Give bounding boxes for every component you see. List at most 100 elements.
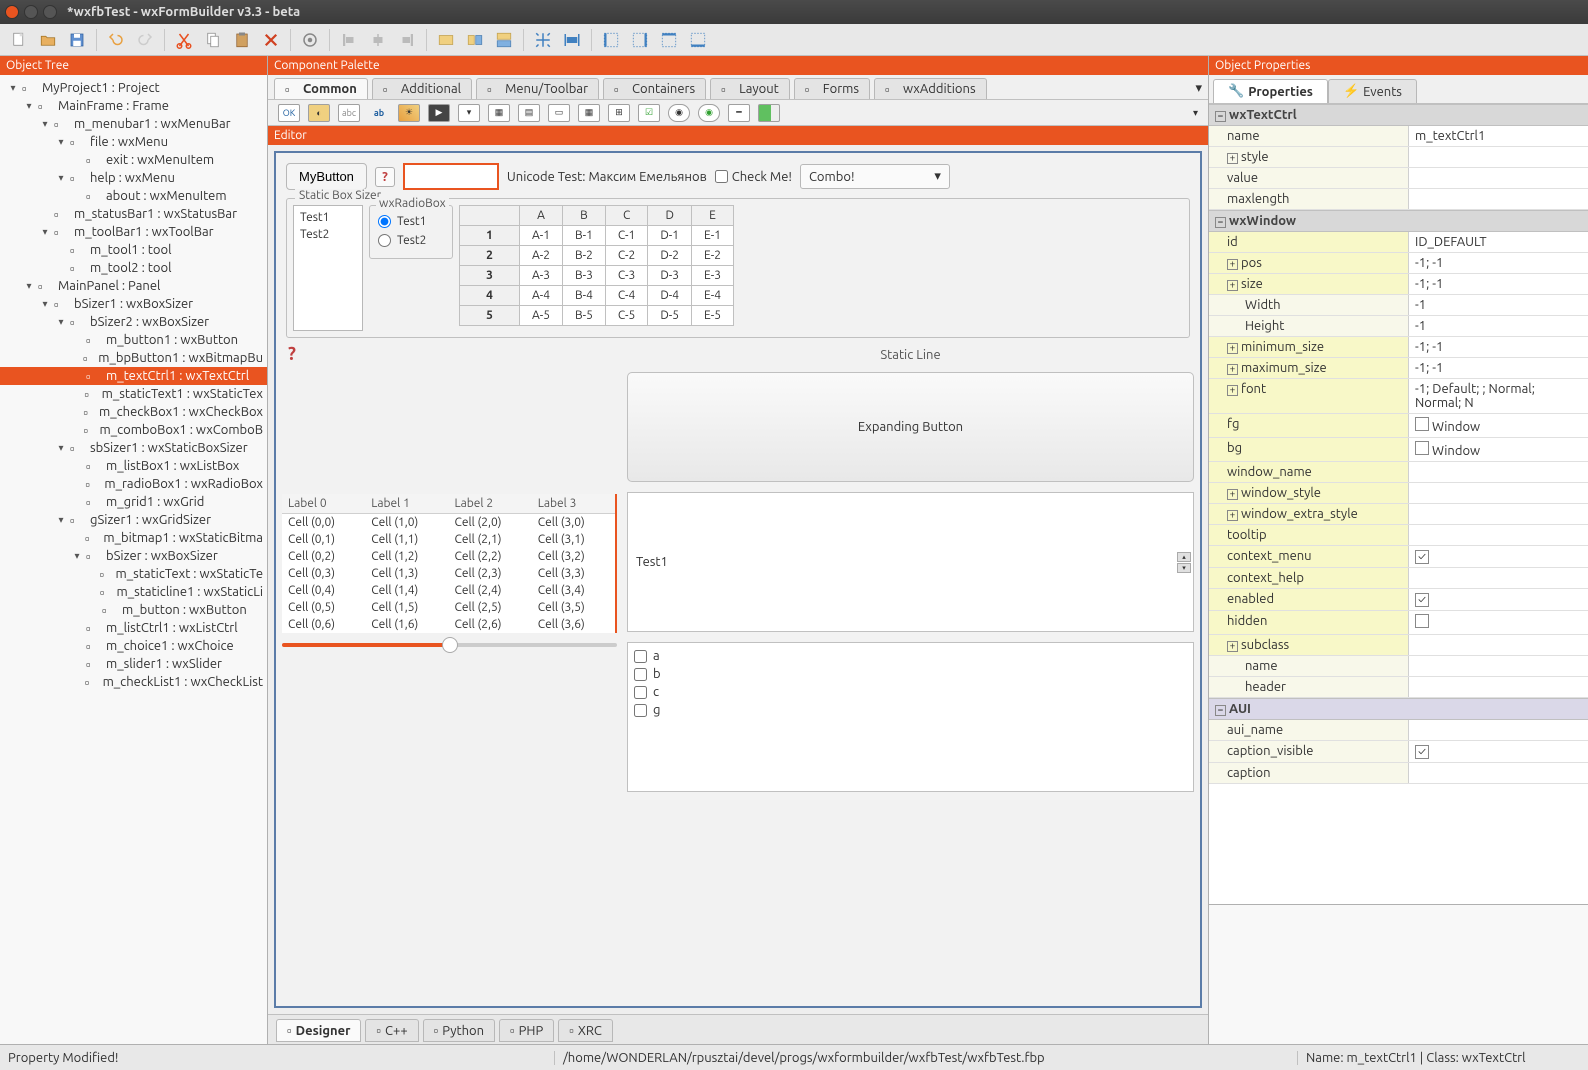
- prop-category[interactable]: −wxWindow: [1209, 210, 1588, 232]
- checklist-item[interactable]: c: [634, 683, 1187, 701]
- tree-item[interactable]: ▫m_staticText : wxStaticTe: [0, 565, 267, 583]
- prop-row[interactable]: bg Window: [1209, 438, 1588, 462]
- expanding-button[interactable]: Expanding Button: [627, 372, 1194, 482]
- tree-item[interactable]: ▾▫sbSizer1 : wxStaticBoxSizer: [0, 439, 267, 457]
- prop-row[interactable]: +font-1; Default; ; Normal; Normal; N: [1209, 379, 1588, 414]
- prop-category[interactable]: −wxTextCtrl: [1209, 104, 1588, 126]
- prop-row[interactable]: namem_textCtrl1: [1209, 126, 1588, 147]
- prop-category[interactable]: −AUI: [1209, 698, 1588, 720]
- layout3-icon[interactable]: [491, 27, 517, 53]
- form-canvas[interactable]: MyButton ? Unicode Test: Максим Емельяно…: [274, 151, 1202, 1008]
- prop-row[interactable]: header: [1209, 677, 1588, 698]
- prop-row[interactable]: window_name: [1209, 462, 1588, 483]
- palette-tab-containers[interactable]: ▫Containers: [603, 78, 706, 99]
- tree-item[interactable]: ▾▫m_toolBar1 : wxToolBar: [0, 223, 267, 241]
- tree-item[interactable]: ▫m_tool2 : tool: [0, 259, 267, 277]
- bitmapbutton-palette-icon[interactable]: ◐: [308, 104, 330, 122]
- spin-up-icon[interactable]: ▴: [1177, 552, 1191, 562]
- prop-row[interactable]: maxlength: [1209, 189, 1588, 210]
- prop-tab-properties[interactable]: 🔧Properties: [1213, 79, 1328, 103]
- checklist-item[interactable]: b: [634, 665, 1187, 683]
- prop-row[interactable]: Height-1: [1209, 316, 1588, 337]
- palette-tab-layout[interactable]: ▫Layout: [710, 78, 790, 99]
- save-file-icon[interactable]: [64, 27, 90, 53]
- palette-scroll-icon[interactable]: ▾: [1193, 107, 1198, 119]
- slider-palette-icon[interactable]: ━: [728, 104, 750, 122]
- tree-item[interactable]: ▫m_radioBox1 : wxRadioBox: [0, 475, 267, 493]
- palette-tab-menu-toolbar[interactable]: ▫Menu/Toolbar: [476, 78, 599, 99]
- prop-row[interactable]: +size-1; -1: [1209, 274, 1588, 295]
- tree-item[interactable]: ▾▫bSizer2 : wxBoxSizer: [0, 313, 267, 331]
- border-bottom-icon[interactable]: [685, 27, 711, 53]
- palette-overflow-icon[interactable]: ▾: [1195, 81, 1202, 96]
- checkbox-palette-icon[interactable]: ☑: [638, 104, 660, 122]
- palette-tab-additional[interactable]: ▫Additional: [372, 78, 472, 99]
- tree-item[interactable]: ▫m_checkBox1 : wxCheckBox: [0, 403, 267, 421]
- text-ctrl-input[interactable]: [403, 163, 499, 190]
- prop-row[interactable]: +subclass: [1209, 635, 1588, 656]
- prop-row[interactable]: aui_name: [1209, 720, 1588, 741]
- undo-icon[interactable]: [103, 27, 129, 53]
- slider[interactable]: [282, 643, 617, 647]
- prop-row[interactable]: tooltip: [1209, 525, 1588, 546]
- radio-option[interactable]: Test2: [378, 231, 444, 250]
- animation-palette-icon[interactable]: ▶: [428, 104, 450, 122]
- tree-item[interactable]: ▫m_statusBar1 : wxStatusBar: [0, 205, 267, 223]
- combobox-palette-icon[interactable]: ▦: [488, 104, 510, 122]
- tree-item[interactable]: ▾▫help : wxMenu: [0, 169, 267, 187]
- tree-item[interactable]: ▾▫MyProject1 : Project: [0, 79, 267, 97]
- radiobutton-palette-icon[interactable]: ◉: [698, 104, 720, 122]
- statictext-palette-icon[interactable]: ab: [368, 104, 390, 122]
- layout1-icon[interactable]: [433, 27, 459, 53]
- open-file-icon[interactable]: [35, 27, 61, 53]
- align-center-icon[interactable]: [365, 27, 391, 53]
- radio-palette-icon[interactable]: ◉: [668, 104, 690, 122]
- tree-item[interactable]: ▫exit : wxMenuItem: [0, 151, 267, 169]
- cut-icon[interactable]: [171, 27, 197, 53]
- tree-item[interactable]: ▾▫MainPanel : Panel: [0, 277, 267, 295]
- bitmap-palette-icon[interactable]: ☀: [398, 104, 420, 122]
- textctrl-palette-icon[interactable]: abc: [338, 104, 360, 122]
- tree-item[interactable]: ▫m_button1 : wxButton: [0, 331, 267, 349]
- tree-item[interactable]: ▫m_checkList1 : wxCheckList: [0, 673, 267, 691]
- copy-icon[interactable]: [200, 27, 226, 53]
- prop-row[interactable]: context_help: [1209, 568, 1588, 589]
- prop-row[interactable]: fg Window: [1209, 414, 1588, 438]
- border-top-icon[interactable]: [656, 27, 682, 53]
- list-item[interactable]: Test2: [297, 226, 359, 243]
- prop-row[interactable]: Width-1: [1209, 295, 1588, 316]
- prop-row[interactable]: +maximum_size-1; -1: [1209, 358, 1588, 379]
- redo-icon[interactable]: [132, 27, 158, 53]
- tree-item[interactable]: ▾▫bSizer1 : wxBoxSizer: [0, 295, 267, 313]
- align-left-icon[interactable]: [336, 27, 362, 53]
- property-grid[interactable]: −wxTextCtrlnamem_textCtrl1+stylevaluemax…: [1209, 103, 1588, 904]
- tree-item[interactable]: ▫m_staticline1 : wxStaticLi: [0, 583, 267, 601]
- prop-tab-events[interactable]: ⚡Events: [1328, 79, 1417, 103]
- prop-row[interactable]: idID_DEFAULT: [1209, 232, 1588, 253]
- tree-item[interactable]: ▫m_slider1 : wxSlider: [0, 655, 267, 673]
- tree-item[interactable]: ▫m_button : wxButton: [0, 601, 267, 619]
- close-window-button[interactable]: [5, 5, 19, 19]
- listctrl-palette-icon[interactable]: ▦: [578, 104, 600, 122]
- prop-row[interactable]: enabled✓: [1209, 589, 1588, 611]
- prop-row[interactable]: caption: [1209, 763, 1588, 784]
- prop-row[interactable]: +pos-1; -1: [1209, 253, 1588, 274]
- list-item[interactable]: Test1: [297, 209, 359, 226]
- palette-tab-wxadditions[interactable]: ▫wxAdditions: [874, 78, 987, 99]
- expand-icon[interactable]: [530, 27, 556, 53]
- data-grid[interactable]: ABCDE1A-1B-1C-1D-1E-12A-2B-2C-2D-2E-23A-…: [459, 205, 734, 326]
- layout2-icon[interactable]: [462, 27, 488, 53]
- tree-item[interactable]: ▫m_staticText1 : wxStaticTex: [0, 385, 267, 403]
- new-file-icon[interactable]: [6, 27, 32, 53]
- wxbutton-palette-icon[interactable]: OK: [278, 104, 300, 122]
- tree-item[interactable]: ▫m_listBox1 : wxListBox: [0, 457, 267, 475]
- tree-item[interactable]: ▾▫file : wxMenu: [0, 133, 267, 151]
- checklist-item[interactable]: g: [634, 701, 1187, 719]
- palette-tab-forms[interactable]: ▫Forms: [794, 78, 870, 99]
- tree-item[interactable]: ▫m_choice1 : wxChoice: [0, 637, 267, 655]
- choice-palette-icon[interactable]: ▤: [518, 104, 540, 122]
- tab-designer[interactable]: ▫Designer: [276, 1019, 361, 1042]
- align-right-icon[interactable]: [394, 27, 420, 53]
- paste-icon[interactable]: [229, 27, 255, 53]
- check-me-checkbox[interactable]: Check Me!: [715, 170, 792, 184]
